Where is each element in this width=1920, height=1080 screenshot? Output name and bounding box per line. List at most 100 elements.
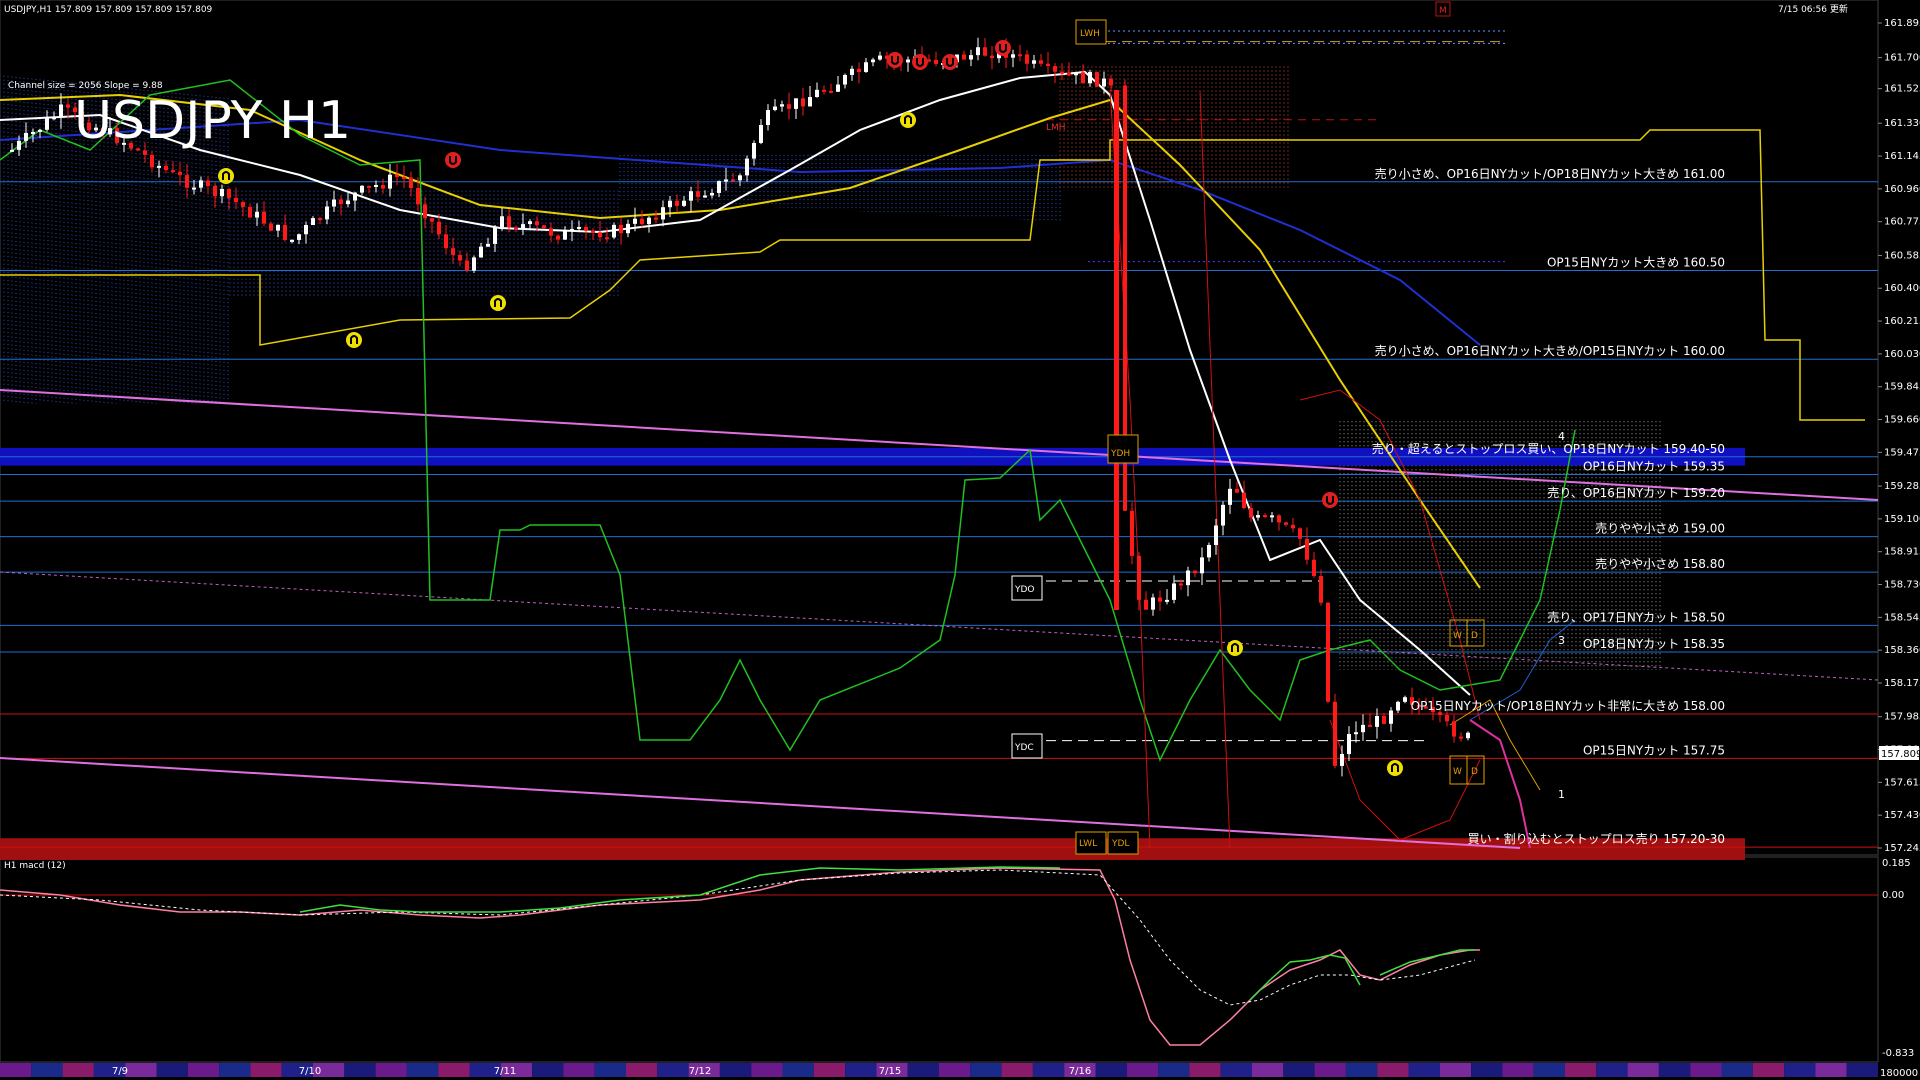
candle-body <box>619 224 623 234</box>
candle-body <box>1291 524 1295 529</box>
level-label: 買い・割り込むとストップロス売り 157.20-30 <box>1468 831 1725 846</box>
time-axis-segment <box>1283 1063 1315 1077</box>
time-axis-segment <box>1252 1063 1284 1077</box>
candle-body <box>318 218 322 221</box>
candle-body <box>38 129 42 132</box>
wave-label-4: 4 <box>1558 430 1565 443</box>
candle-body <box>675 200 679 206</box>
candle-body <box>514 227 518 230</box>
candle-body <box>1340 754 1344 766</box>
time-axis-segment <box>1189 1063 1221 1077</box>
candle-body <box>1032 60 1036 64</box>
symbol-info: USDJPY,H1 157.809 157.809 157.809 157.80… <box>4 5 213 15</box>
price-tick-label: 160.400 <box>1884 283 1920 294</box>
candle-body <box>367 185 371 188</box>
time-axis-segment <box>782 1063 814 1077</box>
candle-body <box>535 221 539 226</box>
candle-body <box>759 125 763 143</box>
macd-tick-zero: 0.00 <box>1882 890 1904 901</box>
time-axis-segment <box>62 1063 94 1077</box>
candle-body <box>871 59 875 63</box>
candle-body <box>1396 701 1400 711</box>
channel-note: Channel size = 2056 Slope = 9.88 <box>8 81 163 91</box>
candle-body <box>283 224 287 240</box>
time-axis-segment <box>1471 1063 1503 1077</box>
fractal-up-icon <box>218 168 234 184</box>
candle-body <box>906 59 910 63</box>
marker-ydc: YDC <box>1011 733 1043 759</box>
candle-body <box>1067 72 1071 76</box>
candle-body <box>1039 60 1043 64</box>
time-axis-segment <box>1721 1063 1753 1077</box>
time-axis-segment <box>532 1063 564 1077</box>
current-price-tag: 157.809 <box>1879 746 1920 760</box>
date-label: 7/9 <box>112 1066 128 1077</box>
price-tick-label: 158.175 <box>1884 678 1920 689</box>
candle-body <box>1403 697 1407 702</box>
time-axis-segment <box>1095 1063 1127 1077</box>
candle-body <box>1354 732 1358 735</box>
candle-body <box>486 243 490 247</box>
price-tick-label: 160.585 <box>1884 250 1920 261</box>
candle-body <box>654 217 658 220</box>
candle-body <box>976 47 980 56</box>
big-title: USDJPY H1 <box>74 91 351 151</box>
candle-body <box>822 89 826 92</box>
time-axis-segment <box>1846 1063 1878 1077</box>
candle-body <box>290 239 294 242</box>
candle-body <box>1179 583 1183 586</box>
candle-body <box>374 184 378 187</box>
macd-title: H1 macd (12) <box>4 861 66 871</box>
time-axis-segment <box>1439 1063 1472 1077</box>
candle-body <box>556 235 560 240</box>
candle-body <box>213 186 217 197</box>
time-axis-segment <box>657 1063 689 1077</box>
candle-body <box>724 179 728 182</box>
candle-body <box>66 104 70 108</box>
candle-body <box>1109 78 1113 86</box>
svg-text:LWL: LWL <box>1079 839 1097 849</box>
candle-body <box>857 68 861 72</box>
candle-body <box>1137 555 1141 600</box>
candle-body <box>395 174 399 178</box>
candle-body-drop <box>1114 90 1119 610</box>
candle-body <box>836 84 840 92</box>
candle-body <box>332 199 336 207</box>
candle-body <box>668 200 672 208</box>
candle-body <box>297 234 301 240</box>
candle-body <box>24 132 28 141</box>
candle-body <box>934 59 938 64</box>
candle-body <box>10 149 14 152</box>
candle-body <box>878 55 882 60</box>
candle-body <box>591 230 595 233</box>
fractal-up-icon <box>490 295 506 311</box>
candle-body <box>1053 66 1057 72</box>
candle-body <box>808 96 812 107</box>
candle-body <box>626 223 630 234</box>
candle-body <box>1361 724 1365 733</box>
candle-body <box>1018 54 1022 57</box>
candle-body <box>1144 599 1148 610</box>
price-tick-label: 159.845 <box>1884 382 1920 393</box>
candle-body <box>500 216 504 228</box>
candle-body <box>353 192 357 201</box>
candle-body <box>1466 732 1470 739</box>
chart-canvas[interactable]: 売り小さめ、OP16日NYカット/OP18日NYカット大きめ 161.00 OP1… <box>0 0 1920 1080</box>
candle-body <box>633 218 637 224</box>
svg-text:D: D <box>1471 631 1478 641</box>
price-tick-label: 158.730 <box>1884 580 1920 591</box>
time-axis-segment <box>845 1063 877 1077</box>
candle-body <box>1298 528 1302 539</box>
candle-body <box>738 175 742 181</box>
candle-body <box>577 226 581 229</box>
marker-lwh: LWH <box>1075 19 1107 45</box>
candle-body <box>444 234 448 249</box>
candle-body <box>1452 721 1456 737</box>
date-label: 7/16 <box>1069 1066 1091 1077</box>
candle-body <box>528 221 532 225</box>
candle-body <box>829 90 833 93</box>
candle-body <box>241 202 245 207</box>
candle-body <box>1382 716 1386 724</box>
candle-body <box>220 188 224 197</box>
level-label: 売り小さめ、OP16日NYカット大きめ/OP15日NYカット 160.00 <box>1375 343 1725 358</box>
